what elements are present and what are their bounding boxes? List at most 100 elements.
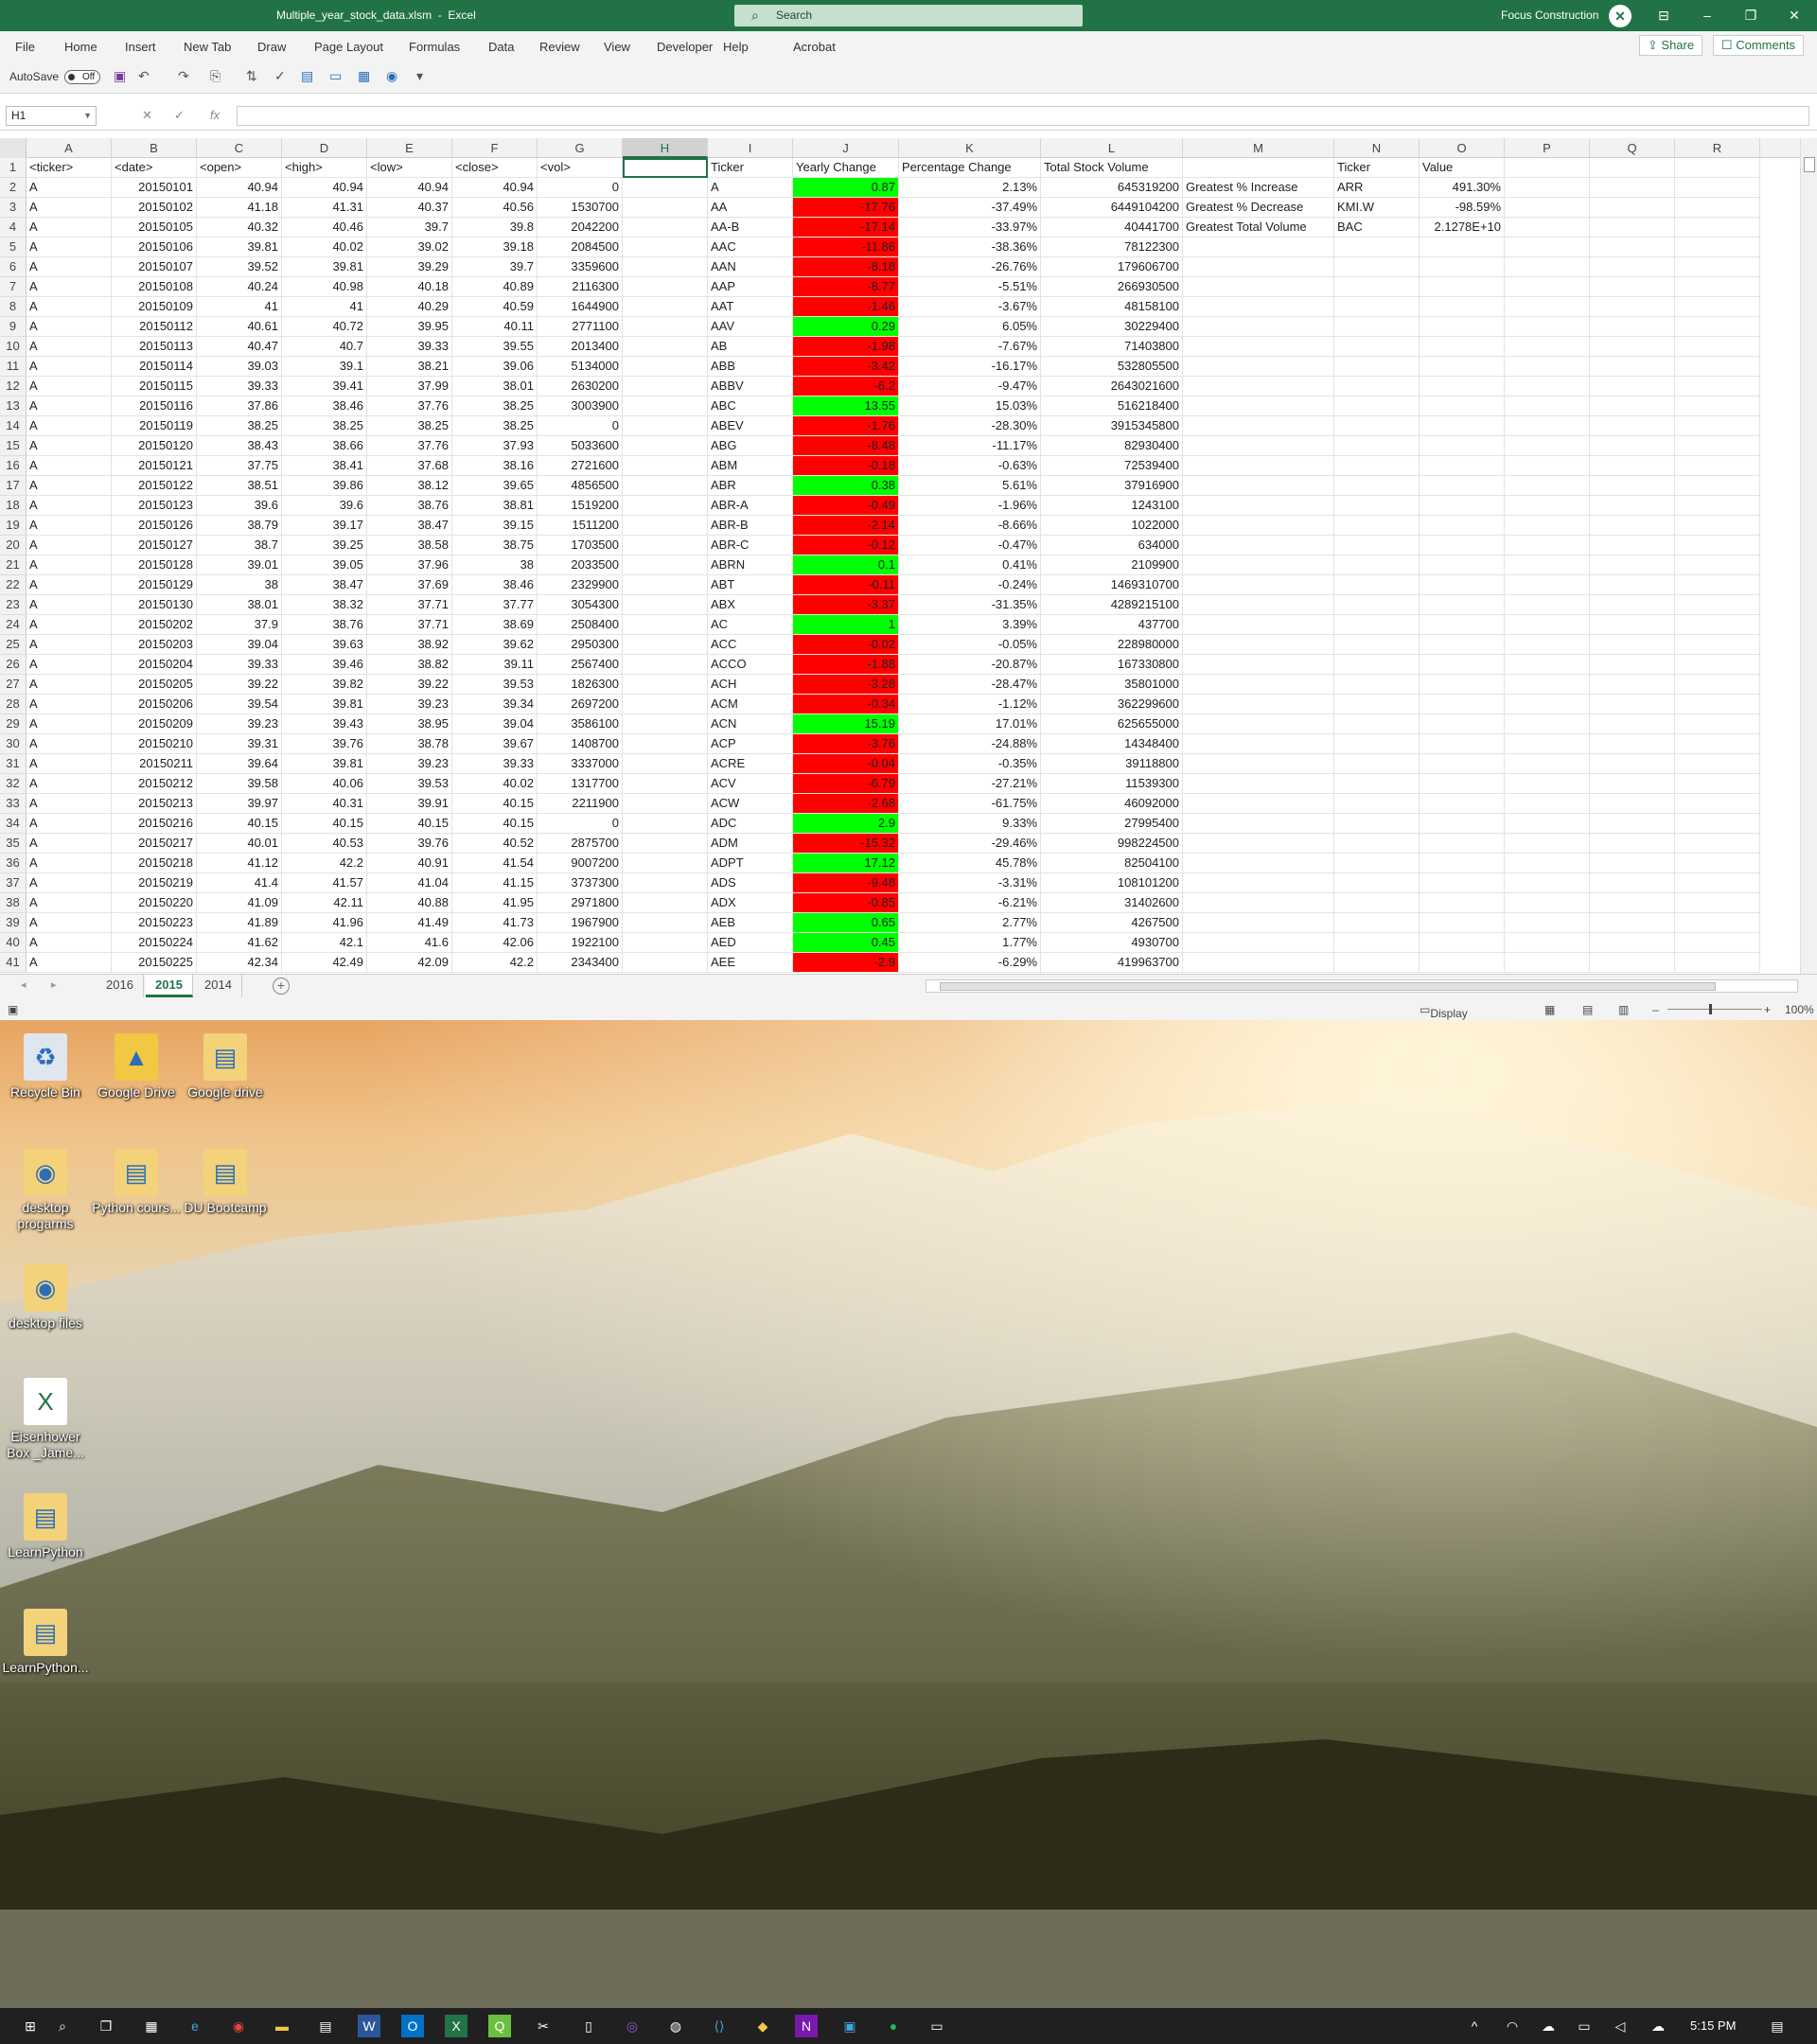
data-cell[interactable]: 20150216 [112,814,197,834]
empty-cell[interactable] [1590,933,1675,953]
data-cell[interactable]: 39.76 [367,834,452,854]
undo-icon[interactable]: ↶ [138,68,150,84]
total-volume-cell[interactable]: 31402600 [1041,893,1183,913]
empty-cell[interactable] [1505,695,1590,714]
data-cell[interactable]: 39.58 [197,774,282,794]
total-volume-cell[interactable]: 71403800 [1041,337,1183,357]
data-cell[interactable]: 38.92 [367,635,452,655]
data-cell[interactable]: 38.47 [282,575,367,595]
percent-change-cell[interactable]: -11.17% [899,436,1041,456]
chrome-icon[interactable]: ◉ [227,2015,250,2037]
ticker-cell[interactable]: AAV [708,317,793,337]
data-cell[interactable]: 2697200 [538,695,623,714]
empty-cell[interactable] [1334,675,1420,695]
data-cell[interactable]: 3337000 [538,754,623,774]
empty-cell[interactable] [623,754,708,774]
empty-cell[interactable] [1334,933,1420,953]
percent-change-cell[interactable]: -6.21% [899,893,1041,913]
empty-cell[interactable] [1420,416,1505,436]
empty-cell[interactable] [1334,337,1420,357]
data-cell[interactable]: A [26,714,112,734]
empty-cell[interactable] [1420,575,1505,595]
empty-cell[interactable] [1505,238,1590,257]
chevron-down-icon[interactable]: ▼ [83,107,92,125]
zoom-level[interactable]: 100% [1785,1003,1814,1016]
empty-cell[interactable] [1675,198,1760,218]
empty-cell[interactable] [1183,893,1334,913]
empty-cell[interactable] [1183,257,1334,277]
total-volume-cell[interactable]: 4930700 [1041,933,1183,953]
search-icon[interactable]: ⌕ [51,2015,74,2037]
empty-cell[interactable] [1183,615,1334,635]
word-icon[interactable]: W [358,2015,380,2037]
calculator-icon[interactable]: ▦ [140,2015,163,2037]
percent-change-cell[interactable]: 1.77% [899,933,1041,953]
format-painter-icon[interactable]: ⎘ [210,68,221,84]
data-cell[interactable]: 38.25 [197,416,282,436]
empty-cell[interactable] [1590,158,1675,178]
yearly-change-cell[interactable]: 0.65 [793,913,899,933]
total-volume-cell[interactable]: 645319200 [1041,178,1183,198]
data-cell[interactable]: 41.89 [197,913,282,933]
data-cell[interactable]: 40.02 [282,238,367,257]
data-cell[interactable]: A [26,595,112,615]
empty-cell[interactable] [1334,277,1420,297]
data-cell[interactable]: 40.11 [452,317,538,337]
data-cell[interactable]: 38.79 [197,516,282,536]
empty-cell[interactable] [1505,615,1590,635]
volume-icon[interactable]: ◁ [1609,2015,1632,2037]
ticker-cell[interactable]: AAT [708,297,793,317]
data-cell[interactable]: 1317700 [538,774,623,794]
empty-cell[interactable] [1420,655,1505,675]
empty-cell[interactable] [1334,396,1420,416]
total-volume-cell[interactable]: 2643021600 [1041,377,1183,396]
yearly-change-cell[interactable]: 13.55 [793,396,899,416]
empty-cell[interactable] [1675,317,1760,337]
empty-cell[interactable] [1420,496,1505,516]
empty-cell[interactable] [1590,814,1675,834]
data-cell[interactable]: 39.63 [282,635,367,655]
data-cell[interactable]: 39.6 [197,496,282,516]
row-header[interactable]: 15 [0,436,26,456]
ticker-cell[interactable]: ACCO [708,655,793,675]
header-cell[interactable]: <date> [112,158,197,178]
empty-cell[interactable] [1675,158,1760,178]
data-cell[interactable]: 39.76 [282,734,367,754]
data-cell[interactable]: 41.62 [197,933,282,953]
percent-change-cell[interactable]: -0.47% [899,536,1041,555]
empty-cell[interactable] [1675,933,1760,953]
header-cell[interactable]: Yearly Change [793,158,899,178]
data-cell[interactable]: 40.15 [452,814,538,834]
empty-cell[interactable] [1505,873,1590,893]
row-header[interactable]: 29 [0,714,26,734]
empty-cell[interactable] [1675,734,1760,754]
empty-cell[interactable] [1183,953,1334,973]
data-cell[interactable]: 41.95 [452,893,538,913]
desktop-icon[interactable]: ▤ LearnPython... [0,1609,91,1676]
yearly-change-cell[interactable]: 0.38 [793,476,899,496]
tools-icon[interactable]: ✂ [532,2015,555,2037]
empty-cell[interactable] [1505,734,1590,754]
excel-icon[interactable]: X [445,2015,467,2037]
empty-cell[interactable] [1334,615,1420,635]
header-cell[interactable]: <ticker> [26,158,112,178]
empty-cell[interactable] [1590,416,1675,436]
total-volume-cell[interactable]: 228980000 [1041,635,1183,655]
data-cell[interactable]: 38.12 [367,476,452,496]
data-cell[interactable]: 41.31 [282,198,367,218]
data-cell[interactable]: 39.23 [197,714,282,734]
data-cell[interactable]: 41.15 [452,873,538,893]
yearly-change-cell[interactable]: -0.18 [793,456,899,476]
empty-cell[interactable] [623,416,708,436]
empty-cell[interactable] [1505,396,1590,416]
percent-change-cell[interactable]: -29.46% [899,834,1041,854]
empty-cell[interactable] [1183,854,1334,873]
data-cell[interactable]: 2950300 [538,635,623,655]
data-cell[interactable]: A [26,218,112,238]
data-cell[interactable]: 3586100 [538,714,623,734]
menu-acrobat[interactable]: Acrobat [793,40,836,54]
percent-change-cell[interactable]: 45.78% [899,854,1041,873]
empty-cell[interactable] [1420,555,1505,575]
empty-cell[interactable] [1505,456,1590,476]
empty-cell[interactable] [1590,218,1675,238]
